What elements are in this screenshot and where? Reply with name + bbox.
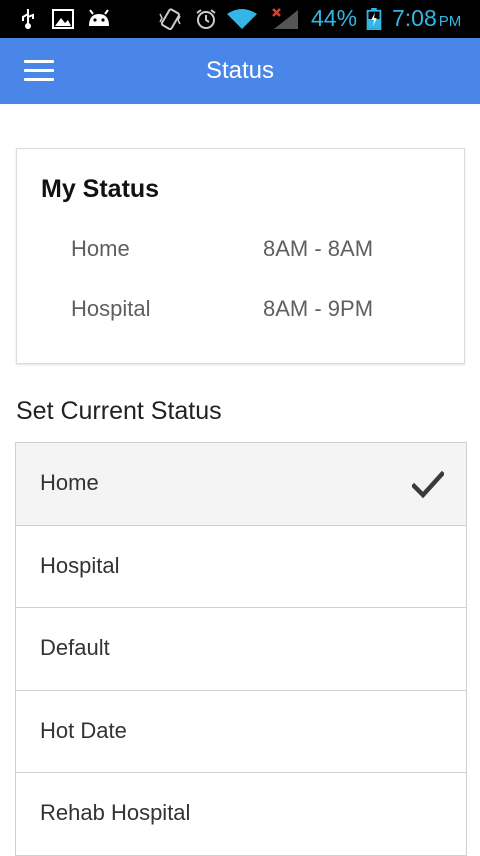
my-status-card: My Status Home 8AM - 8AM Hospital 8AM - … [16, 148, 465, 364]
status-schedule-row: Hospital 8AM - 9PM [17, 296, 464, 336]
system-status-bar: 44% 7:08 PM [0, 0, 480, 38]
page-title: Status [205, 57, 275, 84]
section-title: Set Current Status [16, 397, 222, 425]
status-option-label: Default [40, 635, 110, 660]
status-option-hospital[interactable]: Hospital [15, 525, 467, 608]
status-option-hot-date[interactable]: Hot Date [15, 690, 467, 773]
schedule-name: Hospital [71, 296, 151, 321]
clock: 7:08 PM [392, 5, 462, 31]
schedule-hours: 8AM - 9PM [263, 296, 374, 321]
schedule-hours: 8AM - 8AM [263, 236, 374, 261]
status-option-rehab-hospital[interactable]: Rehab Hospital [15, 773, 467, 856]
checkmark-icon [412, 471, 444, 499]
signal-no-service-icon [272, 8, 298, 29]
status-option-label: Hot Date [40, 717, 127, 743]
battery-charging-icon [366, 8, 382, 30]
alarm-icon [196, 9, 216, 29]
status-option-label: Home [40, 470, 99, 495]
gallery-icon [52, 9, 74, 29]
battery-percent: 44% [311, 5, 358, 31]
usb-icon [22, 9, 34, 29]
status-option-label: Rehab Hospital [40, 800, 191, 825]
status-option-home[interactable]: Home [15, 443, 467, 526]
status-schedule-row: Home 8AM - 8AM [17, 236, 464, 276]
status-option-default[interactable]: Default [15, 608, 467, 691]
vibrate-icon [159, 8, 181, 30]
status-option-label: Hospital [40, 552, 120, 578]
android-icon [89, 9, 109, 26]
schedule-name: Home [71, 236, 130, 261]
app-bar: Status [0, 38, 480, 104]
wifi-icon [227, 9, 257, 29]
status-options-list: Home Hospital Default Hot Date Rehab Hos… [15, 442, 467, 856]
card-title: My Status [41, 175, 160, 203]
